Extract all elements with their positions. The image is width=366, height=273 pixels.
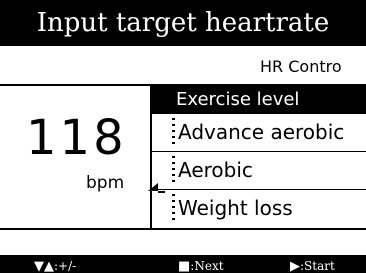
hint-next[interactable]: ■:Next [178,255,224,273]
heartrate-unit: bpm [86,173,125,193]
hint-adjust[interactable]: ▼▲:+/- [34,255,76,273]
list-item-aerobic[interactable]: Aerobic [152,152,366,190]
footer-hints: ▼▲:+/- ■:Next ▶:Start [0,255,366,273]
hint-next-label: :Next [190,259,224,273]
dashed-tick-icon [172,194,175,224]
hr-control-header: HR Contro [0,48,366,86]
target-heartrate-value[interactable]: 118 [26,108,127,168]
list-item-label: Weight loss [178,196,293,220]
list-item-label: Advance aerobic [178,120,345,144]
list-item-label: Aerobic [178,158,253,182]
hr-control-label: HR Contro [260,57,342,76]
exercise-level-label: Exercise level [176,89,300,110]
list-item-advance-aerobic[interactable]: Advance aerobic [152,114,366,152]
square-icon: ■ [178,259,191,273]
list-item-weight-loss[interactable]: Weight loss [152,190,366,227]
dashed-tick-icon [172,118,175,148]
heartrate-input-screen: Input target heartrate HR Contro 118 bpm… [0,0,366,273]
up-down-triangle-icon: ▼▲ [34,259,54,273]
play-icon: ▶ [290,259,300,273]
hint-start[interactable]: ▶:Start [290,255,335,273]
hint-start-label: :Start [300,259,335,273]
page-title: Input target heartrate [0,0,366,46]
hint-adjust-label: :+/- [54,259,77,273]
dashed-tick-icon [172,156,175,186]
divider [0,228,366,230]
exercise-level-header: Exercise level [150,86,366,114]
